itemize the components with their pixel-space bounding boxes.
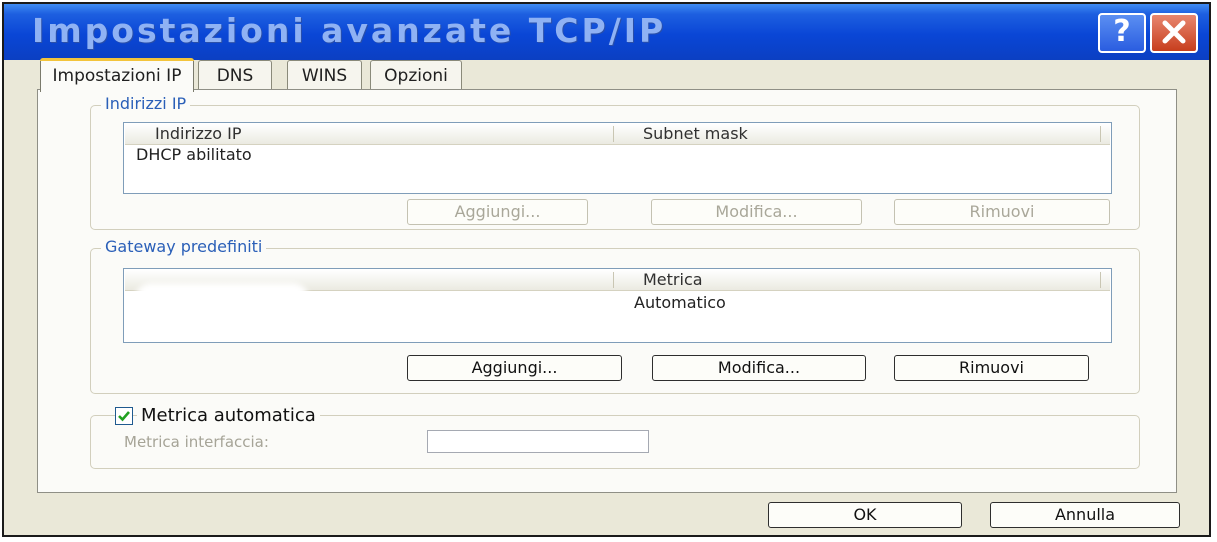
- close-icon: [1162, 20, 1186, 44]
- automatic-metric-checkbox[interactable]: [115, 407, 133, 425]
- gateways-legend: Gateway predefiniti: [101, 237, 267, 256]
- column-header-subnet-mask[interactable]: Subnet mask: [643, 124, 748, 144]
- redaction-blur: [134, 283, 310, 333]
- ip-row-address[interactable]: DHCP abilitato: [136, 145, 252, 164]
- automatic-metric-label[interactable]: Metrica automatica: [137, 405, 320, 426]
- checkmark-icon: [118, 411, 130, 422]
- column-separator[interactable]: [613, 126, 614, 142]
- ok-button[interactable]: OK: [768, 502, 962, 528]
- help-icon: ?: [1113, 14, 1131, 49]
- gateway-row-metric[interactable]: Automatico: [634, 293, 726, 312]
- interface-metric-input[interactable]: [427, 430, 649, 453]
- metric-group: Metrica automatica Metrica interfaccia:: [90, 405, 1140, 469]
- ip-remove-button[interactable]: Rimuovi: [894, 199, 1110, 225]
- cancel-button[interactable]: Annulla: [990, 502, 1180, 528]
- ip-add-button[interactable]: Aggiungi...: [407, 199, 588, 225]
- dialog-window: Impostazioni avanzate TCP/IP ? Impostazi…: [2, 2, 1211, 537]
- column-separator[interactable]: [1100, 126, 1101, 142]
- gateways-group: Gateway predefiniti Metrica Automatico A…: [90, 237, 1140, 394]
- gateway-remove-button[interactable]: Rimuovi: [894, 355, 1089, 381]
- gateway-edit-button[interactable]: Modifica...: [652, 355, 866, 381]
- ip-addresses-group: Indirizzi IP Indirizzo IP Subnet mask DH…: [90, 94, 1140, 230]
- window-title: Impostazioni avanzate TCP/IP: [32, 11, 667, 50]
- interface-metric-label: Metrica interfaccia:: [124, 433, 269, 451]
- ip-edit-button[interactable]: Modifica...: [651, 199, 862, 225]
- tab-dns[interactable]: DNS: [198, 60, 272, 90]
- tab-wins[interactable]: WINS: [287, 60, 362, 90]
- dialog-client-area: Impostazioni IP DNS WINS Opzioni Indiriz…: [4, 58, 1209, 535]
- ip-addresses-legend: Indirizzi IP: [101, 94, 191, 113]
- title-bar[interactable]: Impostazioni avanzate TCP/IP ?: [4, 4, 1209, 60]
- close-button[interactable]: [1150, 13, 1198, 53]
- tab-opzioni[interactable]: Opzioni: [370, 60, 462, 90]
- column-header-metric[interactable]: Metrica: [643, 270, 703, 290]
- tab-impostazioni-ip[interactable]: Impostazioni IP: [40, 58, 194, 92]
- gateway-list[interactable]: Metrica Automatico: [123, 268, 1112, 343]
- column-separator[interactable]: [613, 272, 614, 288]
- ip-list-header: Indirizzo IP Subnet mask: [125, 124, 1110, 145]
- ip-address-list[interactable]: Indirizzo IP Subnet mask DHCP abilitato: [123, 122, 1112, 194]
- help-button[interactable]: ?: [1098, 13, 1146, 53]
- tab-panel: Indirizzi IP Indirizzo IP Subnet mask DH…: [37, 89, 1177, 493]
- gateway-add-button[interactable]: Aggiungi...: [407, 355, 622, 381]
- column-header-ip-address[interactable]: Indirizzo IP: [155, 124, 242, 144]
- column-separator[interactable]: [1100, 272, 1101, 288]
